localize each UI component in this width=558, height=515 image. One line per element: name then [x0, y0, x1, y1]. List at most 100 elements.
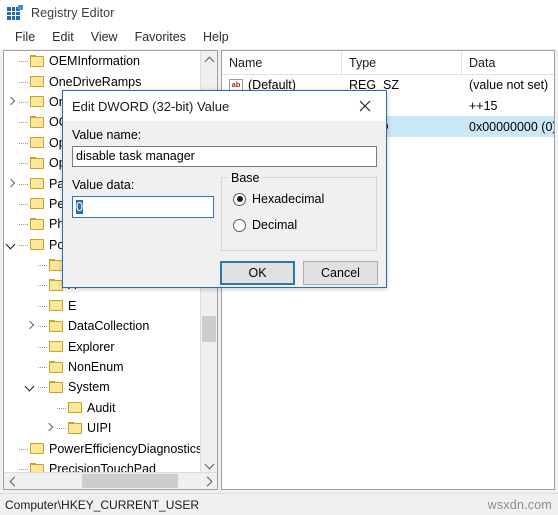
ok-button[interactable]: OK	[220, 261, 295, 285]
tree-connector	[19, 51, 30, 71]
tree-horizontal-scrollbar[interactable]	[4, 472, 217, 489]
chevron-right-icon[interactable]	[42, 418, 57, 438]
cell-data: ++15	[469, 98, 498, 113]
cell-data: 0x00000000 (0)	[469, 119, 554, 134]
base-group-box	[221, 177, 377, 251]
value-data-selected-text: 0	[76, 200, 83, 214]
chevron-right-icon[interactable]	[4, 92, 19, 112]
watermark: wsxdn.com	[487, 497, 552, 512]
tree-item[interactable]: NonEnum	[4, 357, 200, 377]
tree-connector	[19, 112, 30, 132]
folder-icon	[30, 75, 44, 88]
folder-icon	[30, 157, 44, 169]
column-header-name[interactable]: Name	[222, 51, 342, 74]
value-name-label: Value name:	[72, 128, 142, 142]
tree-scroll-right-button[interactable]	[200, 473, 217, 489]
menu-item-favorites[interactable]: Favorites	[127, 28, 195, 47]
tree-item-label: E	[68, 298, 77, 313]
tree-item[interactable]: DataCollection	[4, 316, 200, 336]
tree-connector	[38, 377, 49, 397]
tree-vertical-scroll-thumb[interactable]	[202, 316, 216, 342]
tree-connector	[38, 275, 49, 295]
tree-connector	[57, 398, 68, 418]
tree-item-label: Explorer	[68, 339, 115, 354]
folder-icon	[30, 238, 44, 251]
tree-item[interactable]: OneDriveRamps	[4, 71, 200, 91]
folder-icon	[49, 259, 63, 271]
tree-connector	[19, 194, 30, 214]
chevron-right-icon[interactable]	[23, 316, 38, 336]
cell-data: (value not set)	[469, 77, 549, 92]
chevron-right-icon[interactable]	[4, 174, 19, 194]
chevron-down-icon[interactable]	[4, 235, 19, 255]
folder-icon	[49, 279, 63, 291]
tree-item[interactable]: E	[4, 296, 200, 316]
folder-icon	[30, 136, 44, 149]
radio-hexadecimal-icon	[233, 192, 246, 206]
tree-item[interactable]: System	[4, 377, 200, 397]
radio-decimal[interactable]: Decimal	[233, 218, 297, 232]
folder-icon	[49, 361, 63, 373]
tree-item[interactable]: Explorer	[4, 336, 200, 356]
tree-scroll-up-button[interactable]	[201, 51, 217, 68]
tree-connector	[38, 316, 49, 336]
folder-icon	[68, 401, 82, 414]
list-header: Name Type Data	[222, 51, 554, 75]
tree-connector	[19, 153, 30, 173]
tree-item[interactable]: UIPI	[4, 418, 200, 438]
window-title: Registry Editor	[31, 6, 115, 20]
status-path: Computer\HKEY_CURRENT_USER	[5, 497, 200, 512]
menu-item-file[interactable]: File	[7, 28, 44, 47]
menu-item-view[interactable]: View	[83, 28, 127, 47]
tree-item-label: Audit	[87, 400, 116, 415]
column-header-data[interactable]: Data	[462, 51, 554, 74]
radio-hexadecimal[interactable]: Hexadecimal	[233, 192, 324, 206]
close-icon[interactable]	[344, 91, 386, 121]
tree-item-label: PowerEfficiencyDiagnostics	[49, 441, 200, 456]
registry-icon	[7, 5, 23, 21]
dialog-title: Edit DWORD (32-bit) Value	[72, 98, 230, 114]
tree-connector	[38, 357, 49, 377]
tree-connector	[19, 439, 30, 459]
cancel-button[interactable]: Cancel	[303, 261, 378, 285]
tree-item[interactable]: PowerEfficiencyDiagnostics	[4, 438, 200, 458]
value-name-input[interactable]: disable task manager	[72, 146, 377, 167]
dialog-title-bar: Edit DWORD (32-bit) Value	[63, 91, 386, 121]
registry-editor-window: Registry Editor File Edit View Favorites…	[0, 0, 558, 515]
menu-item-edit[interactable]: Edit	[44, 28, 83, 47]
radio-decimal-label: Decimal	[252, 218, 298, 232]
title-bar: Registry Editor	[0, 0, 558, 26]
menu-item-help[interactable]: Help	[195, 28, 238, 47]
tree-connector	[19, 174, 30, 194]
tree-item[interactable]: Audit	[4, 398, 200, 418]
tree-scroll-left-button[interactable]	[4, 473, 21, 489]
radio-hexadecimal-label: Hexadecimal	[252, 192, 325, 206]
tree-connector	[38, 296, 49, 316]
tree-horizontal-scroll-thumb[interactable]	[82, 474, 178, 488]
chevron-down-icon[interactable]	[23, 377, 38, 397]
tree-connector	[57, 418, 68, 438]
folder-icon	[49, 299, 63, 312]
folder-icon	[30, 55, 44, 67]
tree-connector	[38, 337, 49, 357]
tree-connector	[19, 92, 30, 112]
value-data-label: Value data:	[72, 178, 135, 192]
column-header-type[interactable]: Type	[342, 51, 462, 74]
dialog-body: Value name: disable task manager Value d…	[63, 121, 386, 287]
value-data-input[interactable]: 0	[72, 196, 214, 218]
menu-bar: File Edit View Favorites Help	[0, 26, 558, 49]
tree-item-label: UIPI	[87, 421, 112, 436]
folder-icon	[30, 218, 44, 230]
tree-item[interactable]: OEMInformation	[4, 51, 200, 71]
